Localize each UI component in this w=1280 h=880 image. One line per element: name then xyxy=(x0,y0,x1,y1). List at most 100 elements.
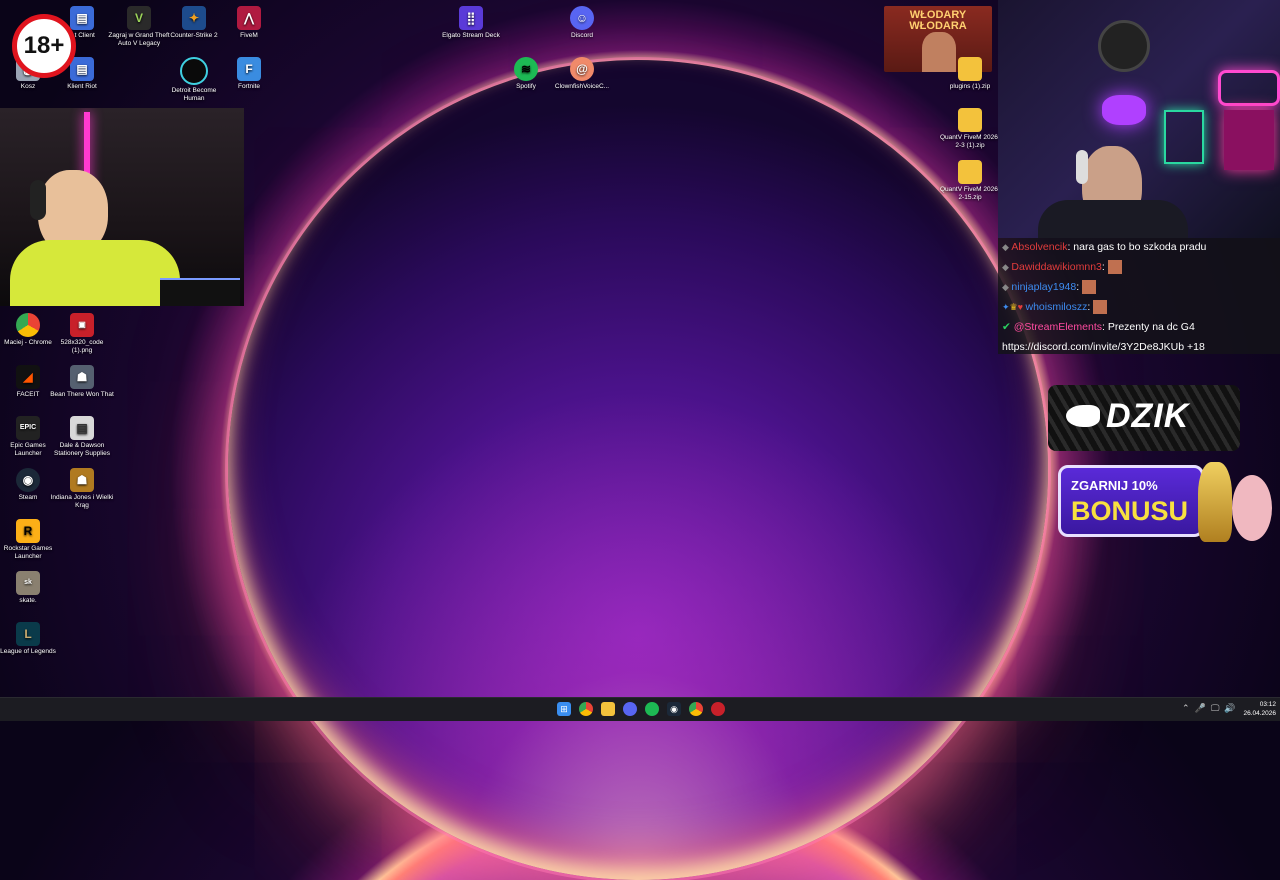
icon-label: FiveM xyxy=(240,32,258,39)
printer-icon: ▤ xyxy=(70,416,94,440)
clock[interactable]: 03:12 26.04.2026 xyxy=(1240,700,1276,718)
spotify-icon: ≋ xyxy=(514,57,538,81)
chat-message: ✦♛♥ whoismiloszz: xyxy=(998,298,1280,318)
chrome-taskbar-icon[interactable] xyxy=(579,702,593,716)
gta-icon: V xyxy=(127,6,151,30)
icon-label: Steam xyxy=(18,494,38,501)
icon-label: plugins (1).zip xyxy=(949,83,991,90)
bonus-promo: ZGARNIJ 10% BONUSU xyxy=(1058,465,1204,537)
icon-label: Indiana Jones i Wielki Krąg xyxy=(50,494,114,509)
zip-folder-icon xyxy=(958,108,982,132)
stream-deck-icon: ⣿ xyxy=(459,6,483,30)
icon-label: Detroit Become Human xyxy=(171,87,217,102)
icon-label: Klient Riot xyxy=(67,83,97,90)
badge-icon: ◆ xyxy=(1002,242,1012,252)
chat-message: ◆ Dawiddawikiomnn3: xyxy=(998,258,1280,278)
fivem-icon: ⋀ xyxy=(237,6,261,30)
webcam-left xyxy=(0,108,244,306)
icon-label: 528x320_code (1).png xyxy=(60,339,104,354)
webcam-right xyxy=(998,0,1280,238)
steam-taskbar-icon[interactable]: ◉ xyxy=(667,702,681,716)
riot-client-icon: ▤ xyxy=(70,6,94,30)
desktop-icon-quantv-2[interactable]: QuantV FiveM 2026-2-15.zip xyxy=(938,160,1002,202)
icon-label: Kosz xyxy=(20,83,36,90)
icon-label: Fortnite xyxy=(237,83,261,90)
desktop-icon-fivem[interactable]: ⋀ FiveM xyxy=(217,6,281,40)
icon-label: ClownfishVoiceC... xyxy=(554,83,610,90)
desktop-icon-bean-there[interactable]: ☗ Bean There Won That xyxy=(50,365,114,399)
desktop-icon-indiana-jones[interactable]: ☗ Indiana Jones i Wielki Krąg xyxy=(50,468,114,510)
start-button-icon[interactable]: ⊞ xyxy=(557,702,571,716)
clownfish-icon: @ xyxy=(570,57,594,81)
file-explorer-icon[interactable] xyxy=(601,702,615,716)
icon-label: Epic Games Launcher xyxy=(10,442,46,457)
faceit-icon: ◢ xyxy=(16,365,40,389)
detroit-icon xyxy=(180,57,208,85)
icon-label: Dale & Dawson Stationery Supplies xyxy=(53,442,110,457)
epic-games-icon: EPIC xyxy=(16,416,40,440)
spotify-taskbar-icon[interactable] xyxy=(645,702,659,716)
icon-label: skate. xyxy=(19,597,37,604)
desktop-icon-dale-dawson[interactable]: ▤ Dale & Dawson Stationery Supplies xyxy=(50,416,114,458)
icon-label: QuantV FiveM 2026-2-15.zip xyxy=(940,186,1000,201)
skate-icon: sk xyxy=(16,571,40,595)
bottle-icon xyxy=(1198,462,1232,542)
chat-message-continuation: https://discord.com/invite/3Y2De8JKUb +1… xyxy=(1002,341,1205,353)
icon-label: Discord xyxy=(570,32,594,39)
chrome-icon xyxy=(16,313,40,337)
icon-label: League of Legends xyxy=(0,648,56,655)
icon-label: Spotify xyxy=(516,83,536,90)
desktop-icon-spotify[interactable]: ≋ Spotify xyxy=(494,57,558,91)
boar-icon xyxy=(1066,405,1100,427)
emote-icon xyxy=(1093,300,1108,315)
chat-message: ◆ Absolvencik: nara gas to bo szkoda pra… xyxy=(1002,241,1207,253)
icon-label: Bean There Won That xyxy=(50,391,114,398)
desktop-icon-fortnite[interactable]: F Fortnite xyxy=(217,57,281,91)
steam-icon: ◉ xyxy=(16,468,40,492)
chat-message: ✔ @StreamElements: Prezenty na dc G4 xyxy=(1002,321,1195,333)
chat-message: ◆ ninjaplay1948: xyxy=(998,278,1280,298)
sword-icon: ✦ xyxy=(1002,302,1010,312)
age-rating-badge: 18+ xyxy=(12,14,76,78)
zip-folder-icon xyxy=(958,57,982,81)
zip-folder-icon xyxy=(958,160,982,184)
desktop-icon-rockstar[interactable]: R Rockstar Games Launcher xyxy=(0,519,60,561)
dzik-logo: DZIK xyxy=(1048,385,1240,451)
bean-there-icon: ☗ xyxy=(70,365,94,389)
desktop-icon-quantv-1[interactable]: QuantV FiveM 2026-2-3 (1).zip xyxy=(938,108,1002,150)
crown-icon: ♛ xyxy=(1009,302,1018,312)
desktop-icon-clownfish[interactable]: @ ClownfishVoiceC... xyxy=(550,57,614,91)
badge-icon: ◆ xyxy=(1002,282,1012,292)
league-icon: L xyxy=(16,622,40,646)
icon-label: Rockstar Games Launcher xyxy=(3,545,53,560)
desktop-icon-stream-deck[interactable]: ⣿ Elgato Stream Deck xyxy=(439,6,503,40)
tray-icons[interactable]: ⌃ 🎤 🖵 🔊 xyxy=(1182,703,1236,714)
desktop-icon-png-file[interactable]: ▣ 528x320_code (1).png xyxy=(50,313,114,355)
emote-icon xyxy=(1082,280,1097,295)
verified-icon: ✔ xyxy=(1002,321,1014,333)
icon-label: FACEIT xyxy=(16,391,40,398)
desktop-icon-skate[interactable]: sk skate. xyxy=(0,571,60,605)
desktop-icon-plugins-zip[interactable]: plugins (1).zip xyxy=(938,57,1002,91)
icon-label: Zagraj w Grand Theft Auto V Legacy xyxy=(108,32,170,47)
app-taskbar-icon[interactable] xyxy=(711,702,725,716)
discord-taskbar-icon[interactable] xyxy=(623,702,637,716)
icon-label: Elgato Stream Deck xyxy=(442,32,500,39)
riot-icon: ▤ xyxy=(70,57,94,81)
discord-icon: ☺ xyxy=(570,6,594,30)
cs2-icon: ✦ xyxy=(182,6,206,30)
rockstar-icon: R xyxy=(16,519,40,543)
image-file-icon: ▣ xyxy=(70,313,94,337)
chat-overlay: ◆ Absolvencik: nara gas to bo szkoda pra… xyxy=(998,238,1280,354)
wallpaper-sphere xyxy=(228,60,1048,880)
icon-label: Maciej - Chrome xyxy=(4,339,52,346)
icon-label: Counter-Strike 2 xyxy=(170,32,218,39)
taskbar: ⊞ ◉ ⌃ 🎤 🖵 🔊 03:12 26.04.2026 xyxy=(0,697,1280,721)
desktop-icon-discord[interactable]: ☺ Discord xyxy=(550,6,614,40)
desktop-icon-lol[interactable]: L League of Legends xyxy=(0,622,60,656)
fortnite-icon: F xyxy=(237,57,261,81)
badge-icon: ◆ xyxy=(1002,262,1012,272)
indiana-jones-icon: ☗ xyxy=(70,468,94,492)
icon-label: QuantV FiveM 2026-2-3 (1).zip xyxy=(940,134,1000,149)
chrome-profile-taskbar-icon[interactable] xyxy=(689,702,703,716)
